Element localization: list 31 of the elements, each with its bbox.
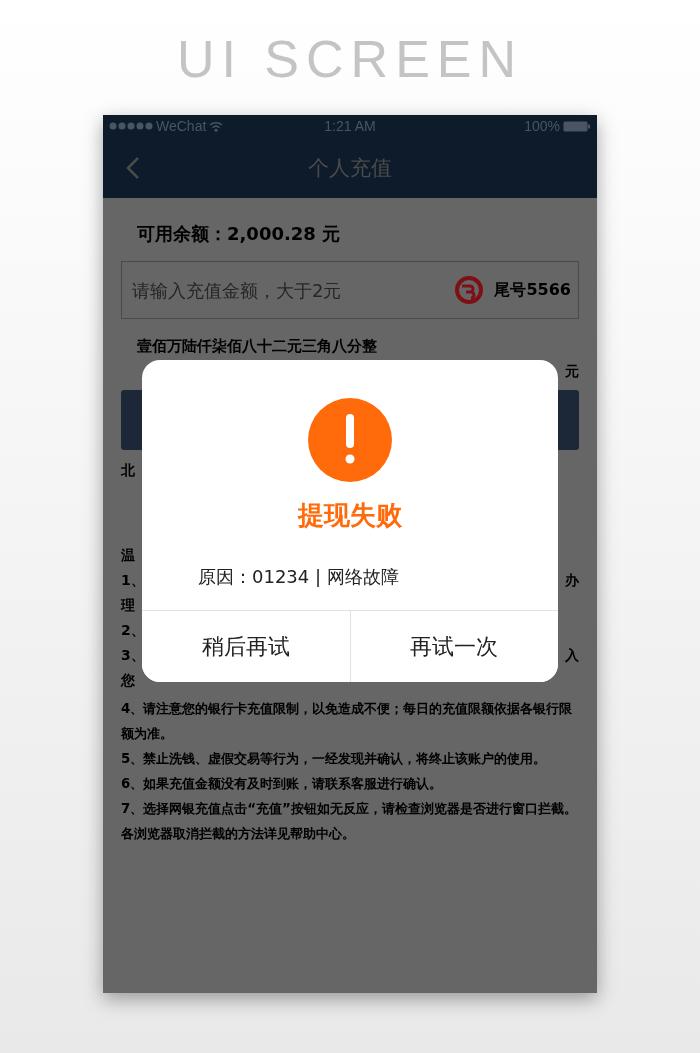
wifi-icon <box>209 120 224 132</box>
text-fragment: 您 <box>121 671 135 690</box>
text-fragment: 入 <box>565 646 579 665</box>
carrier-name: WeChat <box>156 118 207 134</box>
back-icon[interactable] <box>125 156 141 180</box>
text-fragment: 1、 <box>121 571 145 590</box>
card-tail-number: 尾号5566 <box>494 279 571 301</box>
failure-reason: 原因：01234 | 网络故障 <box>198 565 399 589</box>
amount-in-words: 壹佰万陆仟柒佰八十二元三角八分整 <box>137 336 378 357</box>
notice-item: 5、禁止洗钱、虚假交易等行为，一经发现并确认，将终止该账户的使用。 <box>121 750 548 768</box>
text-fragment: 元 <box>565 362 579 381</box>
page-title: 个人充值 <box>308 154 392 182</box>
balance-text: 可用余额：2,000.28 元 <box>137 222 342 246</box>
battery-percent: 100% <box>524 118 560 134</box>
poster-title: UI SCREEN <box>176 29 524 90</box>
text-fragment: 2、 <box>121 621 145 640</box>
text-fragment: 理 <box>121 596 135 615</box>
clock-time: 1:21 AM <box>324 118 376 134</box>
bank-logo-icon <box>454 275 485 305</box>
signal-icon <box>109 122 153 130</box>
notice-item: 7、选择网银充值点击“充值”按钮如无反应，请检查浏览器是否进行窗口拦截。各浏览器取消拦截的方法详见帮助中心。 <box>121 800 578 843</box>
text-fragment: 3、 <box>121 646 145 665</box>
text-fragment: 北 <box>121 461 135 480</box>
dialog-button[interactable]: 再试一次 <box>349 611 558 682</box>
warning-icon <box>308 398 392 482</box>
notice-item: 6、如果充值金额没有及时到账，请联系客服进行确认。 <box>121 775 444 793</box>
dialog-title: 提现失败 <box>298 499 402 532</box>
battery-icon <box>563 120 591 132</box>
notice-item: 4、请注意您的银行卡充值限制，以免造成不便；每日的充值限额依据各银行限额为准。 <box>121 700 574 743</box>
text-fragment: 温 <box>121 546 135 565</box>
text-fragment: 办 <box>565 571 579 590</box>
